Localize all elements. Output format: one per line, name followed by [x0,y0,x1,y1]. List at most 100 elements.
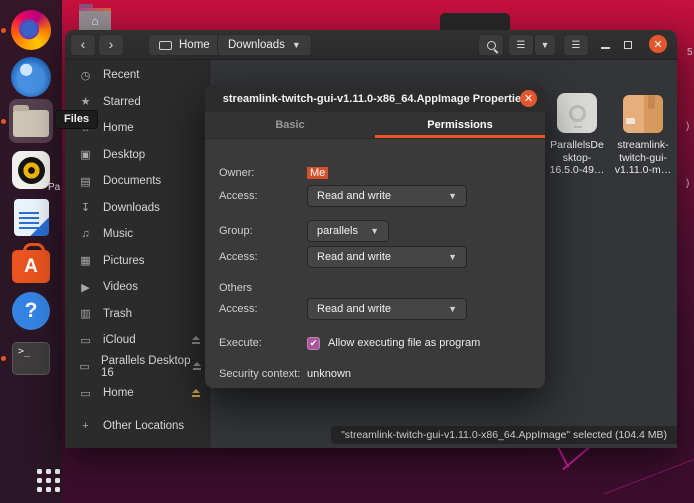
dialog-titlebar[interactable]: streamlink-twitch-gui-v1.11.0-x86_64.App… [205,85,545,112]
sidebar-item-label: Desktop [103,149,145,161]
sidebar-item-label: iCloud [103,334,136,346]
dock-item-files[interactable] [9,99,53,143]
files-icon [13,110,49,137]
sidebar-item-label: Music [103,228,133,240]
tab-permissions[interactable]: Permissions [375,112,545,138]
chevron-down-icon: ▼ [541,40,550,50]
execute-row: Execute: ✔ Allow executing file as progr… [219,334,531,352]
dock-item-terminal[interactable]: >_ [9,336,53,380]
sidebar-item-pictures[interactable]: ▦ Pictures [65,248,209,275]
owner-access-dropdown[interactable]: Read and write ▼ [307,185,467,207]
desktop-label-fragment: ) [686,121,689,132]
thunderbird-icon [11,57,51,97]
dialog-title: streamlink-twitch-gui-v1.11.0-x86_64.App… [223,93,527,105]
chevron-down-icon: ▼ [448,304,457,314]
desktop-icon: ▣ [78,148,93,161]
disc-image-icon [557,93,597,133]
dock-item-thunderbird[interactable] [9,55,53,99]
menu-icon: ☰ [572,40,581,51]
group-access-dropdown[interactable]: Read and write ▼ [307,246,467,268]
breadcrumb-home-label: Home [179,39,210,51]
breadcrumb-home-button[interactable]: Home [148,34,221,56]
eject-icon[interactable] [192,362,201,371]
eject-icon[interactable] [191,389,201,398]
dock-item-ubuntu-software[interactable]: A [9,242,53,286]
properties-dialog: streamlink-twitch-gui-v1.11.0-x86_64.App… [205,85,545,388]
wallpaper-streak [604,451,694,495]
owner-value: Me [307,167,328,179]
window-menu-button[interactable]: ☰ [563,34,589,56]
group-access-row: Access: Read and write ▼ [219,246,531,268]
others-section: Others [219,280,531,296]
file-streamlink-appimage[interactable]: streamlink- twitch-gui- v1.11.0-m… [612,93,674,177]
search-icon [487,41,496,50]
sidebar-item-trash[interactable]: ▥Trash [65,301,209,328]
dock-item-rhythmbox[interactable] [9,148,53,192]
access-label: Access: [219,303,307,315]
list-view-icon: ☰ [517,40,526,51]
music-icon: ♫ [78,228,93,240]
help-icon: ? [12,292,50,330]
desktop: ⌂ Pa 5 ) ) A ? >_ [0,0,694,503]
back-button[interactable]: ‹ [70,34,96,56]
dock-item-libreoffice-writer[interactable] [9,195,53,239]
execute-checkbox[interactable]: ✔ [307,337,320,350]
dialog-close-button[interactable]: ✕ [520,90,537,107]
owner-label: Owner: [219,167,307,179]
status-text: "streamlink-twitch-gui-v1.11.0-x86_64.Ap… [341,429,667,441]
view-options-button[interactable]: ▼ [534,34,556,56]
sidebar-item-label: Documents [103,175,161,187]
security-context-value: unknown [307,368,351,380]
background-window-tab[interactable] [440,13,510,31]
chevron-down-icon: ▼ [292,40,301,50]
running-indicator [1,119,6,124]
eject-icon[interactable] [191,336,201,345]
dock-item-firefox[interactable] [9,8,53,52]
sidebar-item-videos[interactable]: ▶Videos [65,274,209,301]
sidebar-item-label: Home [103,387,134,399]
execute-checkbox-label: Allow executing file as program [328,337,480,349]
breadcrumb-downloads-label: Downloads [228,39,285,51]
minimize-button[interactable] [601,47,610,49]
sidebar-item-home-drive[interactable]: ▭Home [65,380,209,407]
group-label: Group: [219,225,307,237]
maximize-button[interactable] [624,41,632,49]
star-icon: ★ [78,95,93,108]
show-applications-button[interactable] [37,469,60,492]
plus-icon: + [78,420,93,432]
sidebar-item-label: Videos [103,281,138,293]
sidebar-item-other-locations[interactable]: +Other Locations [65,413,209,440]
pictures-icon: ▦ [78,254,93,267]
chevron-down-icon: ▼ [448,191,457,201]
dialog-body: Owner: Me Access: Read and write ▼ Group… [205,139,545,388]
dock-item-help[interactable]: ? [9,289,53,333]
file-label: streamlink- twitch-gui- v1.11.0-m… [615,139,671,177]
access-label: Access: [219,190,307,202]
others-access-dropdown[interactable]: Read and write ▼ [307,298,467,320]
owner-access-row: Access: Read and write ▼ [219,185,531,207]
sidebar-item-parallels-desktop-16[interactable]: ▭Parallels Desktop 16 [65,354,209,381]
list-view-button[interactable]: ☰ [508,34,534,56]
sidebar-item-desktop[interactable]: ▣ Desktop [65,142,209,169]
file-label: ParallelsDe sktop- 16.5.0-49… [550,139,605,177]
sidebar-item-label: Recent [103,69,139,81]
downloads-icon: ↧ [78,201,93,214]
file-parallels-desktop[interactable]: ParallelsDe sktop- 16.5.0-49… [546,93,608,177]
sidebar-item-label: Pictures [103,255,145,267]
sidebar-item-music[interactable]: ♫ Music [65,221,209,248]
dropdown-value: parallels [317,225,358,237]
security-context-label: Security context: [219,368,307,380]
sidebar-item-downloads[interactable]: ↧Downloads [65,195,209,222]
search-button[interactable] [478,34,504,56]
rhythmbox-icon [12,151,50,189]
window-close-button[interactable]: ✕ [649,35,667,53]
sidebar-item-recent[interactable]: ◷Recent [65,62,209,89]
sidebar-item-icloud[interactable]: ▭iCloud [65,327,209,354]
tab-basic[interactable]: Basic [205,112,375,138]
group-dropdown[interactable]: parallels ▼ [307,220,389,242]
others-access-row: Access: Read and write ▼ [219,298,531,320]
forward-button[interactable]: › [98,34,124,56]
sidebar-item-documents[interactable]: ▤Documents [65,168,209,195]
breadcrumb-downloads-button[interactable]: Downloads ▼ [217,34,312,56]
running-indicator [1,28,6,33]
